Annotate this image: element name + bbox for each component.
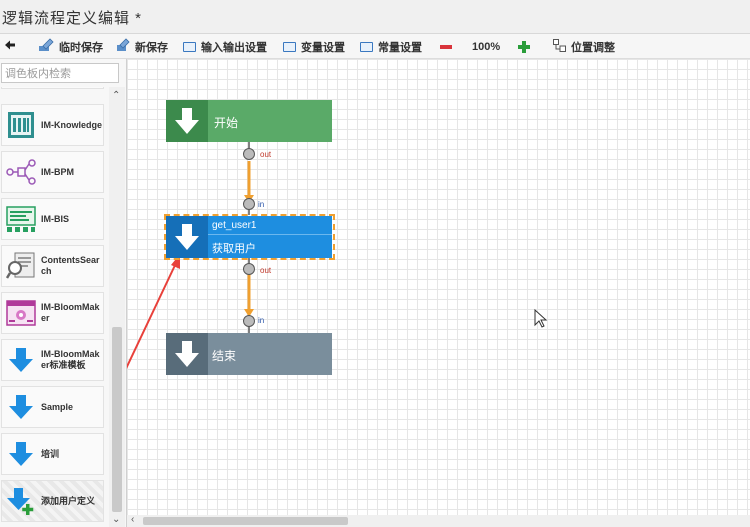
port-out-label: out xyxy=(260,266,272,275)
io-settings-button[interactable]: 输入输出设置 xyxy=(183,34,267,59)
knowledge-icon xyxy=(5,109,37,141)
task-node-label: 获取用户 xyxy=(212,243,256,255)
end-node-label: 结束 xyxy=(212,349,237,363)
pencil-save-icon xyxy=(116,38,130,55)
var-settings-button[interactable]: 变量设置 xyxy=(283,34,345,59)
start-arrow-icon xyxy=(166,100,208,142)
port-in-label: in xyxy=(258,200,265,209)
palette-item-label: ContentsSearch xyxy=(41,255,100,276)
new-save-label: 新保存 xyxy=(135,41,168,54)
new-save-button[interactable]: 新保存 xyxy=(116,34,168,59)
io-settings-label: 输入输出设置 xyxy=(201,41,267,54)
zoom-out-button[interactable] xyxy=(440,34,452,59)
palette-item-bloommaker-template[interactable]: IM-BloomMaker标准模板 xyxy=(1,339,104,381)
palette-item-label: 培训 xyxy=(41,448,60,459)
zoom-level-label: 100% xyxy=(472,40,501,53)
chevron-left-icon[interactable]: ‹ xyxy=(131,514,134,525)
palette-item-im-bloommaker[interactable]: IM-BloomMaker xyxy=(1,292,104,334)
contents-search-icon xyxy=(5,250,37,282)
arrow-down-icon xyxy=(5,391,37,423)
const-settings-button[interactable]: 常量设置 xyxy=(360,34,422,59)
canvas-hscrollbar[interactable]: ‹ xyxy=(127,514,750,527)
task-node-id: get_user1 xyxy=(212,220,257,231)
palette-search-input[interactable] xyxy=(1,63,119,83)
end-arrow-icon xyxy=(166,333,208,375)
position-adjust-label: 位置调整 xyxy=(571,41,615,54)
chevron-down-icon[interactable]: ⌄ xyxy=(112,514,120,525)
palette-item-sample[interactable]: Sample xyxy=(1,386,104,428)
palette-item-label: Sample xyxy=(41,401,74,412)
flow-canvas[interactable]: out in out in 开始 get_user1 获取用户 结束 xyxy=(127,59,750,515)
layout-icon xyxy=(553,38,566,55)
palette-sidebar: IM-Knowledge IM-BPM IM-BIS ContentsSearc… xyxy=(0,59,127,527)
palette-item-label: 添加用户定义 xyxy=(41,495,96,506)
add-user-defined-icon xyxy=(5,485,37,517)
chevron-up-icon[interactable]: ⌃ xyxy=(112,90,120,101)
palette-item-label: IM-BloomMaker标准模板 xyxy=(41,349,100,370)
window-title: 逻辑流程定义编辑 * xyxy=(2,10,143,27)
palette-item-im-knowledge[interactable]: IM-Knowledge xyxy=(1,104,104,146)
zoom-in-button[interactable] xyxy=(518,34,530,59)
var-settings-label: 变量设置 xyxy=(301,41,345,54)
palette-item-im-bis[interactable]: IM-BIS xyxy=(1,198,104,240)
start-node-label: 开始 xyxy=(214,116,239,130)
palette-scrollbar[interactable]: ⌃ ⌄ xyxy=(109,87,125,527)
palette-list: IM-Knowledge IM-BPM IM-BIS ContentsSearc… xyxy=(0,87,108,527)
palette-item-im-bpm[interactable]: IM-BPM xyxy=(1,151,104,193)
temp-save-label: 临时保存 xyxy=(59,41,103,54)
window-titlebar: 逻辑流程定义编辑 * xyxy=(0,0,750,34)
const-settings-label: 常量设置 xyxy=(378,41,422,54)
back-button[interactable] xyxy=(4,34,16,59)
scrollbar-thumb[interactable] xyxy=(143,517,348,525)
window-icon xyxy=(360,41,373,52)
palette-item-label: IM-BIS xyxy=(41,213,69,224)
palette-item[interactable] xyxy=(1,87,104,89)
arrow-down-icon xyxy=(5,438,37,470)
scrollbar-thumb[interactable] xyxy=(112,327,122,512)
arrow-down-icon xyxy=(5,344,37,376)
temp-save-button[interactable]: 临时保存 xyxy=(38,34,103,59)
start-node[interactable]: 开始 xyxy=(166,100,332,142)
minus-icon xyxy=(440,44,452,49)
pencil-icon xyxy=(38,38,54,55)
zoom-level: 100% xyxy=(472,34,500,59)
palette-item-label: IM-BloomMaker xyxy=(41,302,100,323)
palette-item-label: IM-BPM xyxy=(41,166,74,177)
plus-icon xyxy=(518,40,530,53)
window-icon xyxy=(283,41,296,52)
end-node[interactable]: 结束 xyxy=(166,333,332,375)
palette-item-label: IM-Knowledge xyxy=(41,119,102,130)
task-arrow-icon xyxy=(166,216,208,258)
port-in-label: in xyxy=(258,316,265,325)
palette-item-contents-search[interactable]: ContentsSearch xyxy=(1,245,104,287)
palette-item-add-user-defined[interactable]: 添加用户定义 xyxy=(1,480,104,522)
palette-item-training[interactable]: 培训 xyxy=(1,433,104,475)
arrow-left-icon xyxy=(4,39,16,54)
bis-icon xyxy=(5,203,37,235)
bloommaker-icon xyxy=(5,297,37,329)
toolbar: 临时保存 新保存 输入输出设置 变量设置 常量设置 100% 位置调整 xyxy=(0,34,750,59)
port-out-label: out xyxy=(260,150,272,159)
position-adjust-button[interactable]: 位置调整 xyxy=(553,34,615,59)
task-node-divider xyxy=(208,234,332,235)
window-icon xyxy=(183,41,196,52)
bpm-icon xyxy=(5,156,37,188)
task-node-get-user[interactable]: get_user1 获取用户 xyxy=(166,216,332,258)
